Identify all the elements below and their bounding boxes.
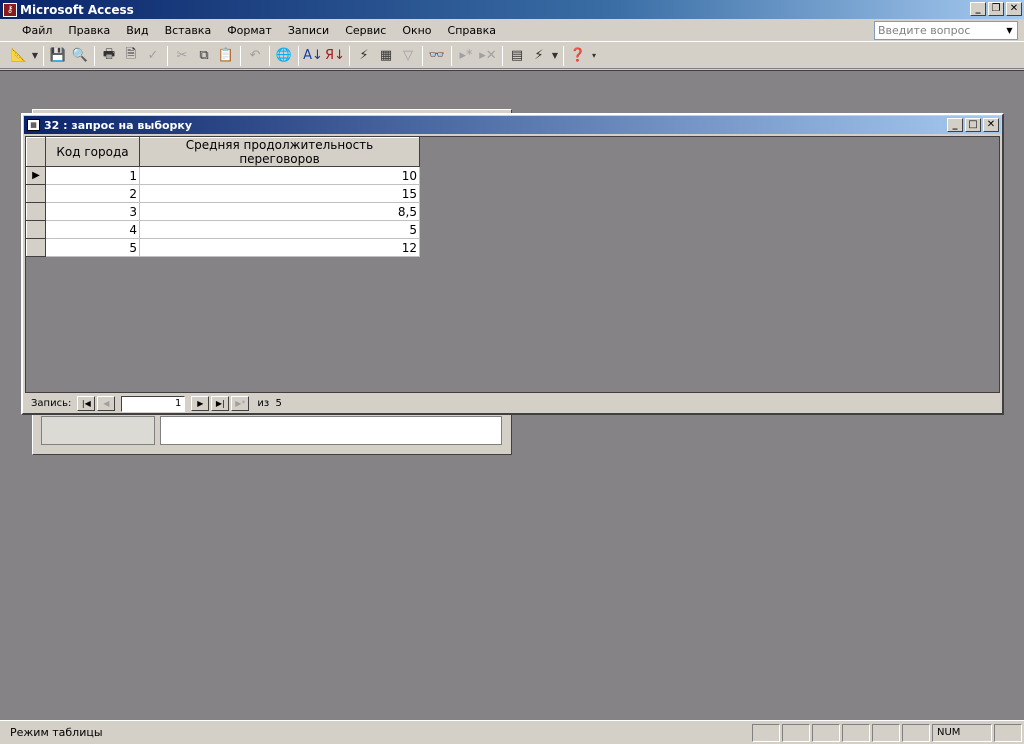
app-title-bar: ⚷ Microsoft Access _ ❐ ✕ (0, 0, 1024, 19)
menu-insert[interactable]: Вставка (157, 24, 220, 37)
cut-icon[interactable]: ✂ (171, 45, 193, 67)
chevron-down-icon[interactable]: ▼ (1003, 23, 1016, 38)
query-close-button[interactable]: ✕ (983, 118, 999, 132)
cell-avg-duration[interactable]: 8,5 (139, 202, 420, 221)
query-window: ▦ 32 : запрос на выборку _ □ ✕ Код город… (21, 113, 1004, 415)
query-title-bar[interactable]: ▦ 32 : запрос на выборку (24, 116, 1001, 134)
sort-asc-icon[interactable]: A↓ (302, 45, 324, 67)
select-all[interactable] (26, 137, 46, 167)
cell-city-code[interactable]: 2 (45, 184, 140, 203)
print-icon[interactable]: 🖶 (98, 45, 120, 67)
query-title: 32 : запрос на выборку (44, 118, 193, 132)
help-icon[interactable]: ❓ (567, 45, 589, 67)
cell-avg-duration[interactable]: 15 (139, 184, 420, 203)
record-navigation: Запись: |◀ ◀ 1 ▶ ▶| ▶* из 5 (25, 394, 1000, 413)
copy-icon[interactable]: ⧉ (193, 45, 215, 67)
first-record-button[interactable]: |◀ (77, 396, 96, 411)
cell-avg-duration[interactable]: 10 (139, 166, 420, 185)
record-count: из 5 (257, 398, 282, 409)
row-selector[interactable] (26, 184, 46, 203)
hyperlink-icon[interactable]: 🌐 (273, 45, 295, 67)
print-preview-icon[interactable]: 🗎 (120, 45, 142, 67)
close-button[interactable]: ✕ (1006, 2, 1022, 16)
menu-bar: Файл Правка Вид Вставка Формат Записи Се… (0, 19, 1024, 42)
app-title: Microsoft Access (20, 2, 134, 17)
view-dropdown-icon[interactable]: ▼ (30, 45, 40, 67)
save-icon[interactable]: 💾 (47, 45, 69, 67)
row-selector[interactable]: ▶ (26, 166, 46, 185)
database-window-icon[interactable]: ▤ (506, 45, 528, 67)
file-search-icon[interactable]: 🔍 (69, 45, 91, 67)
new-record-button[interactable]: ▶* (231, 396, 250, 411)
apply-filter-icon[interactable]: ▽ (397, 45, 419, 67)
record-number-input[interactable]: 1 (121, 395, 186, 412)
ask-question-input[interactable]: Введите вопрос ▼ (874, 21, 1018, 40)
query-minimize-button[interactable]: _ (947, 118, 963, 132)
filter-by-selection-icon[interactable]: ⚡ (353, 45, 375, 67)
paste-icon[interactable]: 📋 (215, 45, 237, 67)
menu-tools[interactable]: Сервис (337, 24, 394, 37)
menu-view[interactable]: Вид (118, 24, 156, 37)
table-row[interactable]: ▶ 1 10 (26, 166, 420, 185)
datasheet: Код города Средняя продолжительность пер… (25, 136, 1000, 393)
row-selector[interactable] (26, 220, 46, 239)
table-row[interactable]: 2 15 (26, 184, 420, 203)
ask-placeholder: Введите вопрос (878, 24, 971, 37)
spelling-icon[interactable]: ✓ (142, 45, 164, 67)
record-label: Запись: (31, 398, 72, 409)
column-header[interactable]: Средняя продолжительность переговоров (139, 137, 420, 167)
new-object-dropdown-icon[interactable]: ▼ (550, 45, 560, 67)
query-icon: ▦ (27, 119, 40, 131)
cell-avg-duration[interactable]: 5 (139, 220, 420, 239)
table-row[interactable]: 5 12 (26, 238, 420, 257)
last-record-button[interactable]: ▶| (211, 396, 230, 411)
toolbar-options-icon[interactable]: ▾ (589, 45, 599, 67)
table-row[interactable]: 3 8,5 (26, 202, 420, 221)
filter-by-form-icon[interactable]: ▦ (375, 45, 397, 67)
toolbar: 📐 ▼ 💾 🔍 🖶 🗎 ✓ ✂ ⧉ 📋 ↶ 🌐 A↓ Я↓ ⚡ ▦ ▽ 👓 ▸* … (0, 43, 1024, 69)
view-icon[interactable]: 📐 (8, 45, 30, 67)
cell-city-code[interactable]: 4 (45, 220, 140, 239)
cell-city-code[interactable]: 5 (45, 238, 140, 257)
delete-record-icon[interactable]: ▸✕ (477, 45, 499, 67)
menu-window[interactable]: Окно (394, 24, 439, 37)
mdi-workspace: ▦ 32 : запрос на выборку _ □ ✕ Код город… (0, 70, 1024, 720)
cell-city-code[interactable]: 3 (45, 202, 140, 221)
row-selector[interactable] (26, 238, 46, 257)
minimize-button[interactable]: _ (970, 2, 986, 16)
form-field-box[interactable] (160, 416, 502, 445)
undo-icon[interactable]: ↶ (244, 45, 266, 67)
menu-edit[interactable]: Правка (60, 24, 118, 37)
access-key-icon: ⚷ (3, 2, 17, 17)
menu-records[interactable]: Записи (280, 24, 337, 37)
cell-avg-duration[interactable]: 12 (139, 238, 420, 257)
menu-format[interactable]: Формат (219, 24, 280, 37)
restore-button[interactable]: ❐ (988, 2, 1004, 16)
form-label-box (41, 416, 155, 445)
column-header[interactable]: Код города (45, 137, 140, 167)
next-record-button[interactable]: ▶ (191, 396, 210, 411)
menu-file[interactable]: Файл (14, 24, 60, 37)
table-row[interactable]: 45 (26, 220, 420, 239)
status-bar: Режим таблицы NUM (0, 720, 1024, 744)
sort-desc-icon[interactable]: Я↓ (324, 45, 346, 67)
query-maximize-button[interactable]: □ (965, 118, 981, 132)
status-text: Режим таблицы (10, 726, 103, 739)
find-icon[interactable]: 👓 (426, 45, 448, 67)
new-record-icon[interactable]: ▸* (455, 45, 477, 67)
row-selector[interactable] (26, 202, 46, 221)
cell-city-code[interactable]: 1 (45, 166, 140, 185)
new-object-icon[interactable]: ⚡ (528, 45, 550, 67)
num-lock-indicator: NUM (932, 723, 992, 742)
menu-help[interactable]: Справка (440, 24, 504, 37)
prev-record-button[interactable]: ◀ (97, 396, 116, 411)
